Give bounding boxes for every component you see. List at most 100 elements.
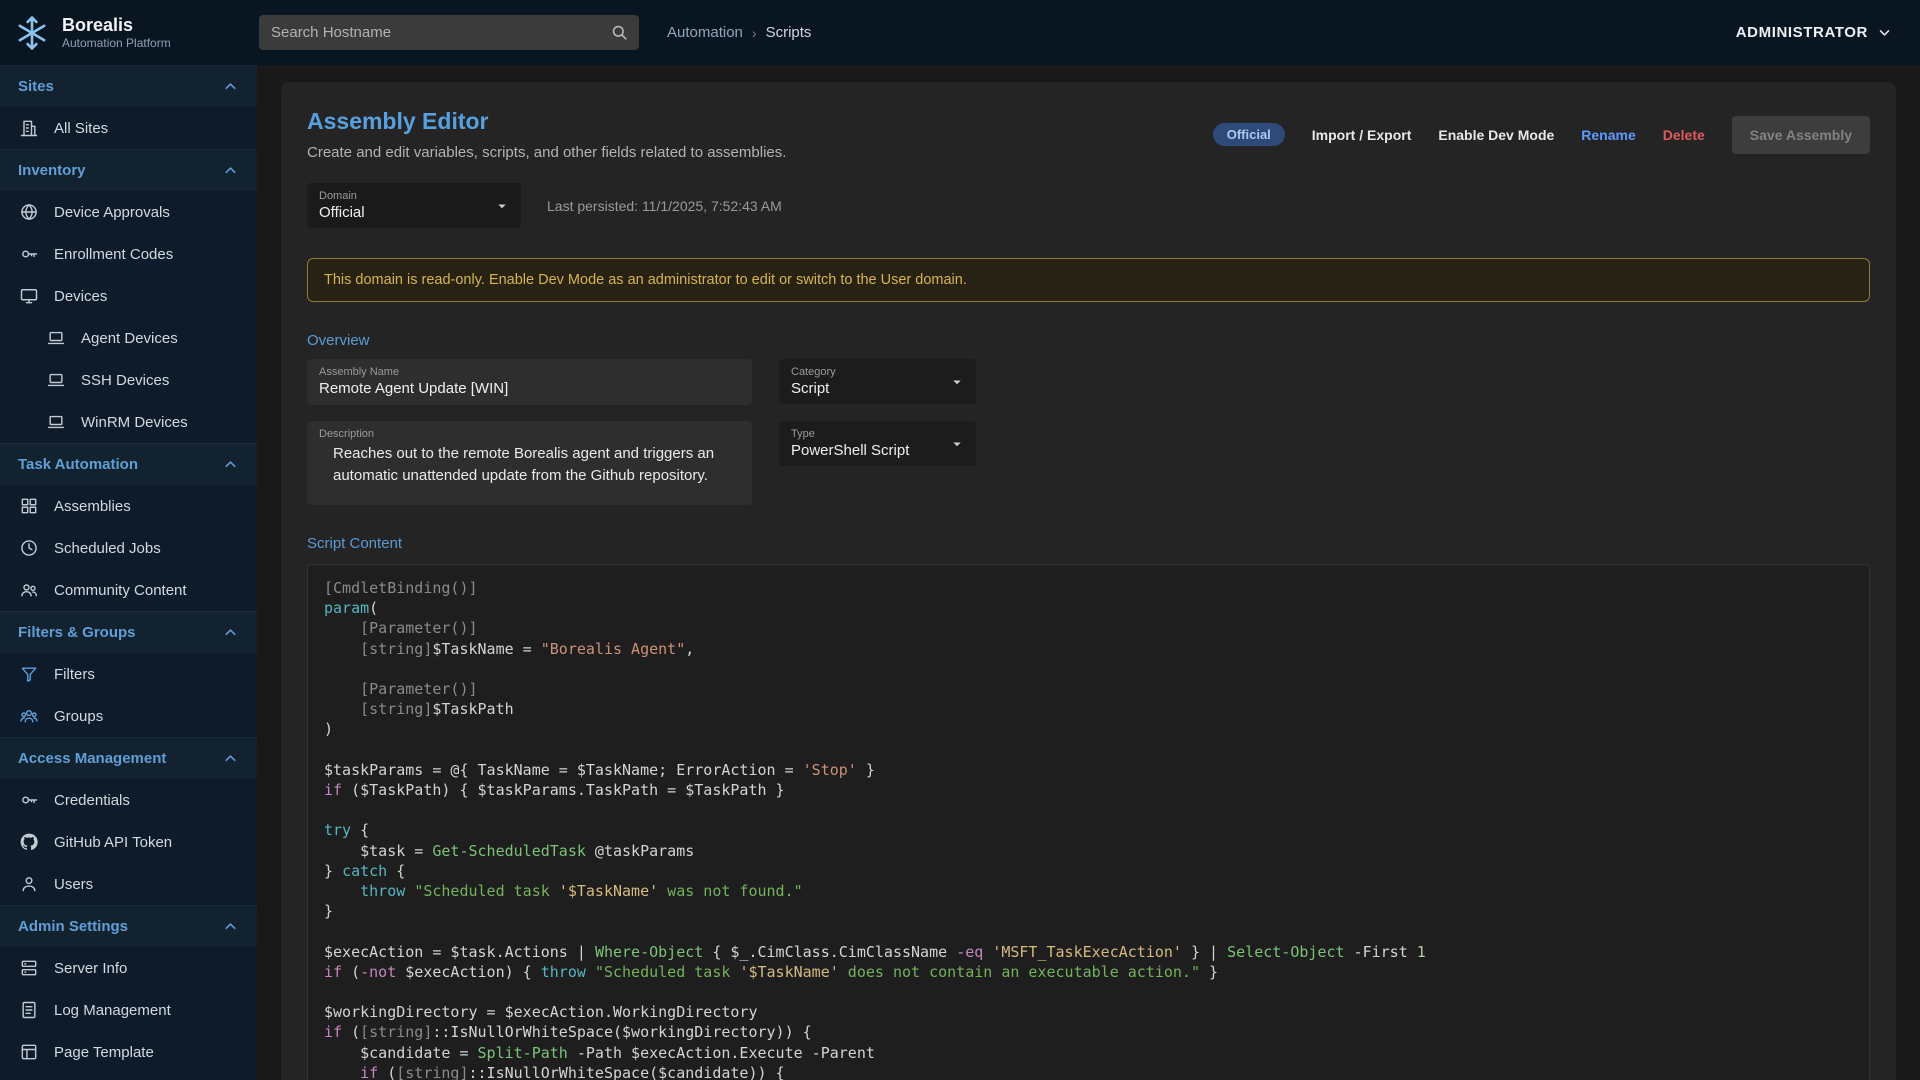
description-text: Reaches out to the remote Borealis agent… bbox=[319, 443, 740, 487]
building-icon bbox=[19, 118, 39, 138]
sidebar-item-label: Enrollment Codes bbox=[54, 246, 173, 263]
sidebar-item-label: Log Management bbox=[54, 1002, 171, 1019]
category-select[interactable]: Category Script bbox=[779, 359, 976, 404]
sidebar-item-label: All Sites bbox=[54, 120, 108, 137]
sidebar-item-label: Assemblies bbox=[54, 498, 131, 515]
page-subtitle: Create and edit variables, scripts, and … bbox=[307, 144, 786, 161]
sidebar-item-groups[interactable]: Groups bbox=[0, 695, 257, 737]
sidebar-item-github-api-token[interactable]: GitHub API Token bbox=[0, 821, 257, 863]
overview-section-label: Overview bbox=[307, 332, 1870, 349]
assembly-name-field[interactable]: Assembly Name bbox=[307, 359, 752, 405]
code-line bbox=[324, 800, 1853, 820]
section-label: Filters & Groups bbox=[18, 624, 136, 641]
description-field[interactable]: Description Reaches out to the remote Bo… bbox=[307, 421, 752, 505]
sidebar-item-label: Agent Devices bbox=[81, 330, 178, 347]
code-line bbox=[324, 982, 1853, 1002]
sidebar-item-assemblies[interactable]: Assemblies bbox=[0, 485, 257, 527]
sidebar-item-label: Community Content bbox=[54, 582, 187, 599]
laptop-icon bbox=[46, 328, 66, 348]
caret-down-icon bbox=[948, 373, 966, 391]
funnel-icon bbox=[19, 664, 39, 684]
sidebar-item-server-info[interactable]: Server Info bbox=[0, 947, 257, 989]
sidebar-item-scheduled-jobs[interactable]: Scheduled Jobs bbox=[0, 527, 257, 569]
sidebar-item-device-approvals[interactable]: Device Approvals bbox=[0, 191, 257, 233]
sidebar-section-access-management[interactable]: Access Management bbox=[0, 737, 257, 779]
chevron-up-icon bbox=[222, 78, 239, 95]
sidebar-item-credentials[interactable]: Credentials bbox=[0, 779, 257, 821]
search-icon bbox=[610, 23, 629, 42]
chevron-down-icon bbox=[1875, 23, 1894, 42]
caret-down-icon bbox=[948, 435, 966, 453]
script-content-section-label: Script Content bbox=[307, 535, 1870, 552]
code-line bbox=[324, 740, 1853, 760]
code-line: param( bbox=[324, 598, 1853, 618]
code-line: [CmdletBinding()] bbox=[324, 578, 1853, 598]
sidebar-section-task-automation[interactable]: Task Automation bbox=[0, 443, 257, 485]
sidebar-section-sites[interactable]: Sites bbox=[0, 65, 257, 107]
code-line: } bbox=[324, 901, 1853, 921]
official-badge[interactable]: Official bbox=[1213, 123, 1285, 146]
section-label: Inventory bbox=[18, 162, 86, 179]
laptop-icon bbox=[46, 370, 66, 390]
breadcrumb-scripts[interactable]: Scripts bbox=[766, 24, 812, 41]
sidebar-item-filters[interactable]: Filters bbox=[0, 653, 257, 695]
sidebar-item-label: Scheduled Jobs bbox=[54, 540, 161, 557]
user-menu[interactable]: ADMINISTRATOR bbox=[1736, 23, 1894, 42]
sidebar: Sites All Sites Inventory Device Approvals E… bbox=[0, 65, 257, 1080]
sidebar-item-all-sites[interactable]: All Sites bbox=[0, 107, 257, 149]
sidebar-item-enrollment-codes[interactable]: Enrollment Codes bbox=[0, 233, 257, 275]
sidebar-item-log-management[interactable]: Log Management bbox=[0, 989, 257, 1031]
domain-select[interactable]: Domain Official bbox=[307, 183, 521, 228]
chevron-up-icon bbox=[222, 624, 239, 641]
hostname-search bbox=[259, 15, 639, 50]
breadcrumb-separator: › bbox=[752, 25, 757, 41]
sidebar-section-inventory[interactable]: Inventory bbox=[0, 149, 257, 191]
script-editor[interactable]: [CmdletBinding()]param( [Parameter()] [s… bbox=[307, 564, 1870, 1080]
server-icon bbox=[19, 958, 39, 978]
sidebar-item-ssh-devices[interactable]: SSH Devices bbox=[0, 359, 257, 401]
github-icon bbox=[19, 832, 39, 852]
editor-toolbar: Official Import / Export Enable Dev Mode… bbox=[1213, 116, 1870, 154]
code-line: [Parameter()] bbox=[324, 618, 1853, 638]
sidebar-item-label: Filters bbox=[54, 666, 95, 683]
code-line: $taskParams = @{ TaskName = $TaskName; E… bbox=[324, 760, 1853, 780]
chevron-up-icon bbox=[222, 162, 239, 179]
code-line: if ($TaskPath) { $taskParams.TaskPath = … bbox=[324, 780, 1853, 800]
domain-row: Domain Official Last persisted: 11/1/202… bbox=[307, 183, 1870, 228]
code-line: $task = Get-ScheduledTask @taskParams bbox=[324, 841, 1853, 861]
brand-area: Borealis Automation Platform bbox=[0, 11, 257, 55]
sidebar-item-label: Devices bbox=[54, 288, 107, 305]
sidebar-section-admin-settings[interactable]: Admin Settings bbox=[0, 905, 257, 947]
category-select-label: Category bbox=[791, 366, 940, 378]
sidebar-item-devices[interactable]: Devices bbox=[0, 275, 257, 317]
sidebar-item-agent-devices[interactable]: Agent Devices bbox=[0, 317, 257, 359]
sidebar-item-label: Credentials bbox=[54, 792, 130, 809]
code-line: if ([string]::IsNullOrWhiteSpace($workin… bbox=[324, 1022, 1853, 1042]
code-line: [Parameter()] bbox=[324, 679, 1853, 699]
save-assembly-button[interactable]: Save Assembly bbox=[1732, 116, 1870, 154]
groups-icon bbox=[19, 706, 39, 726]
sidebar-item-page-template[interactable]: Page Template bbox=[0, 1031, 257, 1073]
import-export-button[interactable]: Import / Export bbox=[1312, 127, 1412, 143]
sidebar-item-community-content[interactable]: Community Content bbox=[0, 569, 257, 611]
sidebar-section-filters-groups[interactable]: Filters & Groups bbox=[0, 611, 257, 653]
code-line: if (-not $execAction) { throw "Scheduled… bbox=[324, 962, 1853, 982]
type-select[interactable]: Type PowerShell Script bbox=[779, 421, 976, 466]
enable-dev-mode-button[interactable]: Enable Dev Mode bbox=[1438, 127, 1554, 143]
rename-button[interactable]: Rename bbox=[1581, 127, 1635, 143]
search-input[interactable] bbox=[259, 15, 639, 50]
section-label: Admin Settings bbox=[18, 918, 128, 935]
code-line: try { bbox=[324, 820, 1853, 840]
chevron-up-icon bbox=[222, 750, 239, 767]
sidebar-item-winrm-devices[interactable]: WinRM Devices bbox=[0, 401, 257, 443]
clock-icon bbox=[19, 538, 39, 558]
brand-subtitle: Automation Platform bbox=[62, 36, 171, 50]
sidebar-item-label: Users bbox=[54, 876, 93, 893]
delete-button[interactable]: Delete bbox=[1663, 127, 1705, 143]
sidebar-item-users[interactable]: Users bbox=[0, 863, 257, 905]
code-line bbox=[324, 659, 1853, 679]
assembly-name-input[interactable] bbox=[319, 380, 740, 397]
chevron-up-icon bbox=[222, 918, 239, 935]
caret-down-icon bbox=[493, 197, 511, 215]
breadcrumb-automation[interactable]: Automation bbox=[667, 24, 743, 41]
